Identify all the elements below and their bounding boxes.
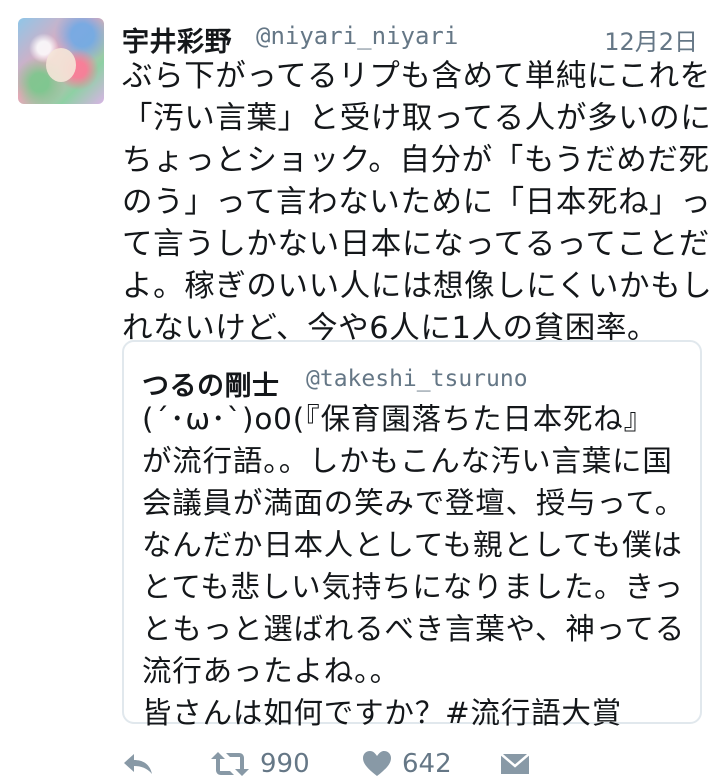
quoted-text-line: (´･ω･`)o0(『保育園落ちた日本死ね』 (142, 402, 654, 436)
quoted-text-line: とても悲しい気持ちになりました。きっ (142, 570, 684, 604)
tweet-text: ぶら下がってるリプも含めて単純にこれを 「汚い言葉」と受け取ってる人が多いのに … (122, 56, 712, 350)
direct-message-button[interactable] (500, 744, 530, 784)
quoted-text-line: 会議員が満面の笑みで登壇、授与って。 (142, 486, 686, 520)
timestamp[interactable]: 12月2日 (604, 22, 698, 57)
quoted-text-line: が流行語。。しかもこんな汚い言葉に国 (142, 444, 673, 478)
quoted-text-line: ともっと選ばれるべき言葉や、神ってる (142, 612, 686, 646)
user-handle[interactable]: @niyari_niyari (256, 22, 458, 50)
tweet-text-line: ちょっとショック。自分が「もうだめだ死 (122, 143, 710, 178)
like-count: 642 (402, 749, 452, 779)
retweet-count: 990 (260, 749, 310, 779)
avatar-face (46, 48, 76, 82)
tweet: 宇井彩野 @niyari_niyari 12月2日 ぶら下がってるリプも含めて単… (0, 0, 720, 784)
heart-icon (363, 751, 391, 776)
reply-icon (124, 754, 152, 774)
like-button[interactable]: 642 (362, 744, 452, 784)
quoted-text-line: 流行あったよね。。 (142, 654, 400, 688)
retweet-icon (211, 752, 249, 776)
tweet-text-line: 「汚い言葉」と受け取ってる人が多いのに (122, 101, 712, 136)
quoted-tweet-text: (´･ω･`)o0(『保育園落ちた日本死ね』 が流行語。。しかもこんな汚い言葉に… (142, 398, 692, 734)
quoted-text-line: 皆さんは如何ですか？#流行語大賞 (142, 696, 623, 730)
retweet-button[interactable]: 990 (210, 744, 310, 784)
reply-button[interactable] (122, 744, 154, 784)
tweet-text-line: ぶら下がってるリプも含めて単純にこれを (122, 59, 711, 94)
tweet-text-line: よ。稼ぎのいい人には想像しにくいかもし (122, 269, 713, 304)
action-bar: 990 642 (122, 744, 712, 784)
display-name[interactable]: 宇井彩野 (122, 20, 232, 59)
tweet-text-line: て言うしかない日本になってるってことだ (122, 227, 710, 262)
quoted-user-handle: @takeshi_tsuruno (306, 366, 528, 392)
quoted-text-line: なんだか日本人としても親としても僕は (142, 528, 683, 562)
tweet-text-line: のう」って言わないために「日本死ね」っ (122, 185, 712, 220)
quoted-tweet-header: つるの剛士 @takeshi_tsuruno (142, 364, 682, 402)
quoted-tweet-card[interactable]: つるの剛士 @takeshi_tsuruno (´･ω･`)o0(『保育園落ちた… (122, 340, 702, 730)
tweet-header: 宇井彩野 @niyari_niyari 12月2日 (122, 12, 712, 58)
avatar[interactable] (18, 18, 104, 104)
envelope-icon (500, 753, 530, 774)
